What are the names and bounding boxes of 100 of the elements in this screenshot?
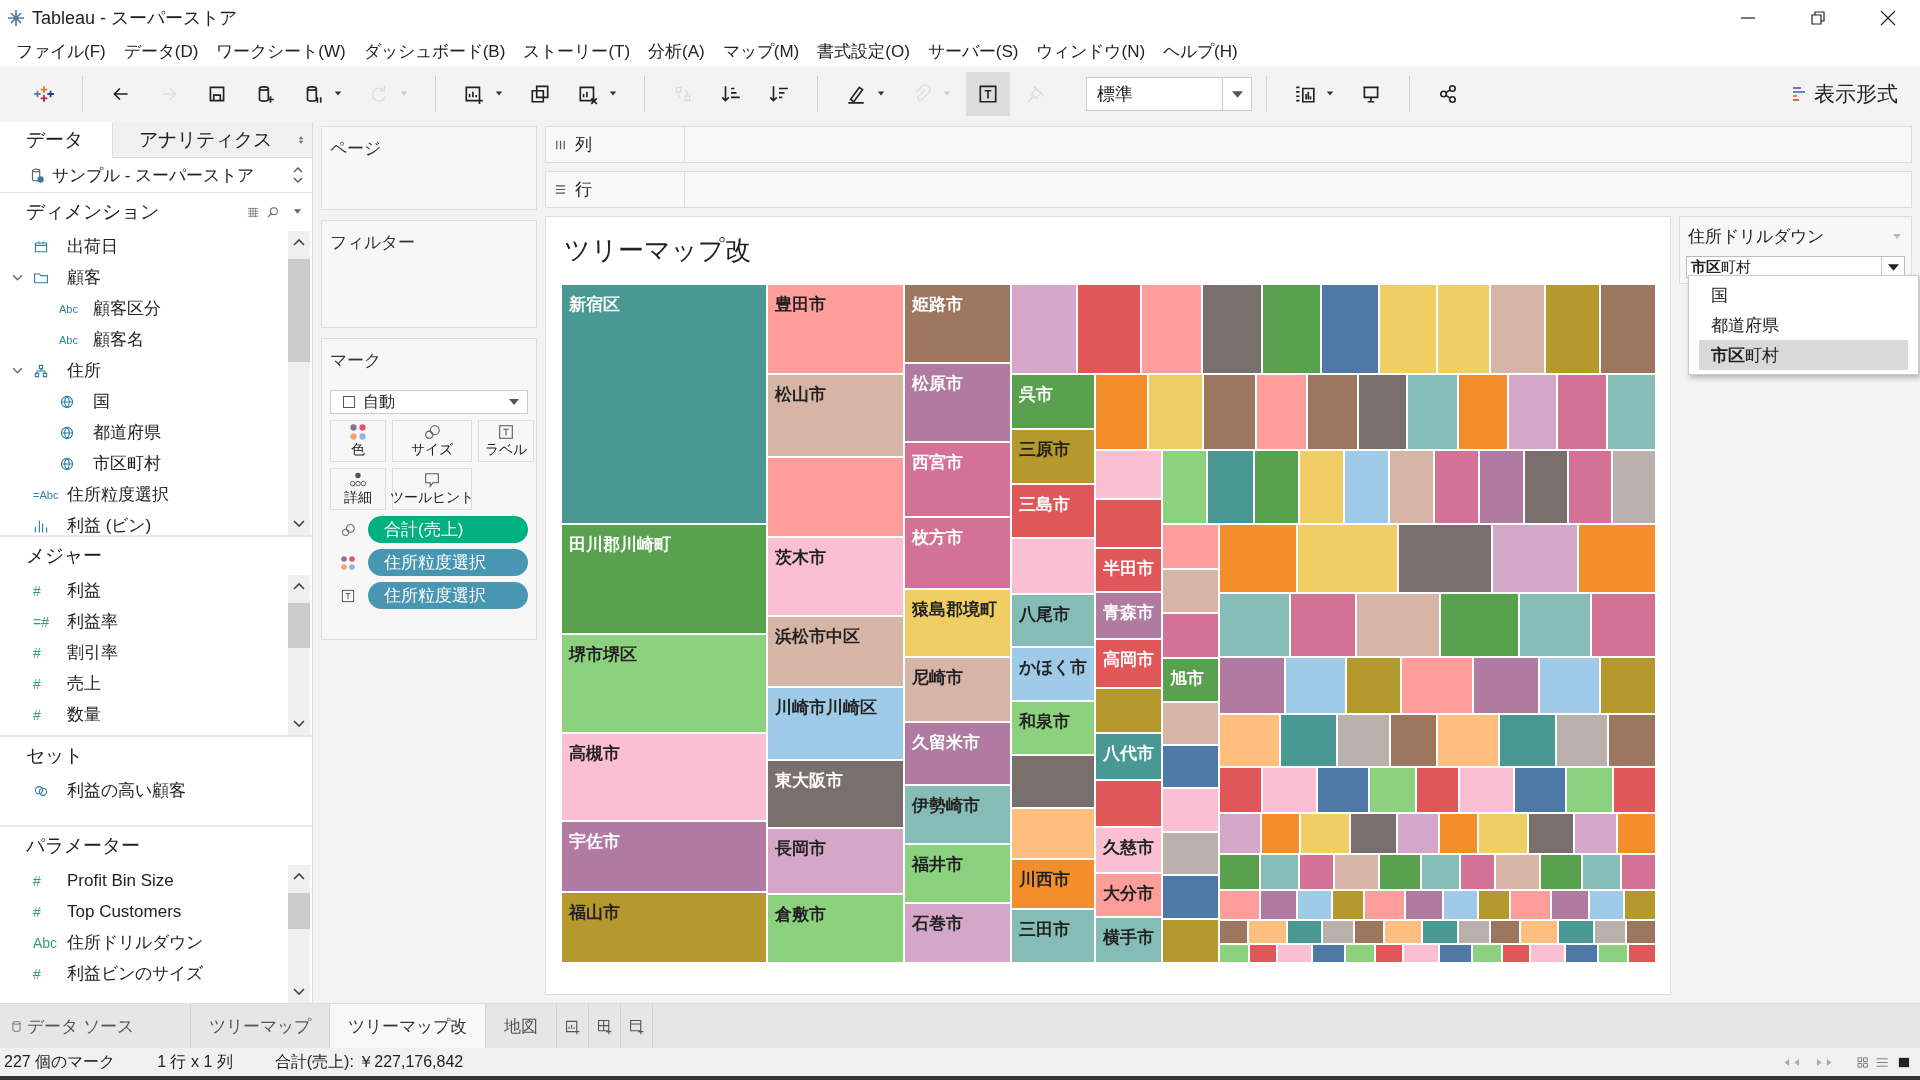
- app-logo-icon: [6, 8, 26, 28]
- treemap-tile: 姫路市: [905, 285, 1011, 362]
- bars-icon: [1792, 87, 1806, 101]
- field-name[interactable]: 数量: [67, 703, 101, 726]
- marks-button[interactable]: 色: [330, 420, 386, 462]
- menu-item[interactable]: ウィンドウ(N): [1028, 37, 1154, 65]
- field-name[interactable]: 出荷日: [67, 235, 118, 258]
- field-type-icon: #: [33, 903, 67, 920]
- field-name[interactable]: 売上: [67, 672, 101, 695]
- view-title: ツリーマップ改: [563, 234, 752, 267]
- caret-icon: [400, 91, 408, 97]
- field-name[interactable]: 顧客: [67, 266, 101, 289]
- toolbar-button[interactable]: [966, 72, 1010, 116]
- field-name[interactable]: Top Customers: [67, 901, 182, 922]
- chevron-icon[interactable]: [12, 365, 23, 376]
- show-me-button[interactable]: 表示形式: [1784, 76, 1906, 112]
- marks-button[interactable]: ツールヒント: [392, 468, 472, 510]
- field-type-icon: =#: [33, 613, 67, 630]
- scrollbar[interactable]: [288, 575, 310, 735]
- field-type-icon: #: [33, 582, 67, 599]
- field-name[interactable]: 顧客区分: [93, 297, 161, 320]
- marks-button[interactable]: 詳細: [330, 468, 386, 510]
- section-heading: ディメンション: [26, 200, 160, 224]
- treemap-tile: 高岡市: [1096, 639, 1161, 687]
- field-name[interactable]: 住所ドリルダウン: [67, 931, 203, 954]
- field-name[interactable]: 市区町村: [93, 452, 161, 475]
- list-view-icon[interactable]: [247, 206, 259, 218]
- field-name[interactable]: 利益率: [67, 610, 118, 633]
- menu-item[interactable]: マップ(M): [714, 37, 808, 65]
- field-name[interactable]: 利益の高い顧客: [67, 779, 186, 802]
- field-name[interactable]: 利益: [67, 579, 101, 602]
- field-name[interactable]: 都道府県: [93, 421, 161, 444]
- geo-icon: [59, 424, 75, 441]
- search-icon[interactable]: [267, 206, 279, 218]
- treemap-tile: 新宿区: [562, 285, 767, 523]
- sort-arrows-icon[interactable]: [298, 135, 304, 145]
- datasource-name[interactable]: サンプル - スーパーストア: [52, 163, 292, 187]
- restore-icon[interactable]: [1808, 8, 1828, 28]
- menu-item[interactable]: ダッシュボード(B): [355, 37, 514, 65]
- sheet-tab[interactable]: ツリーマップ改: [330, 1004, 486, 1048]
- treemap-tile: 川崎市川崎区: [768, 687, 904, 759]
- scrollbar[interactable]: [288, 231, 310, 535]
- treemap-tile: 西宮市: [905, 443, 1011, 516]
- field-name[interactable]: 住所粒度選択: [67, 483, 169, 506]
- menu-item[interactable]: ファイル(F): [8, 37, 114, 65]
- chevron-down-icon[interactable]: [292, 519, 306, 529]
- field-name[interactable]: 利益 (ビン): [67, 514, 152, 535]
- dropdown-option[interactable]: 国: [1699, 280, 1908, 310]
- close-icon[interactable]: [1878, 8, 1898, 28]
- caret-icon: [609, 91, 617, 97]
- chevron-up-icon[interactable]: [292, 871, 306, 881]
- treemap-tile: 青森市: [1096, 592, 1161, 638]
- menu-item[interactable]: 分析(A): [640, 37, 713, 65]
- menu-item[interactable]: ワークシート(W): [208, 37, 354, 65]
- marks-button[interactable]: サイズ: [392, 420, 472, 462]
- field-name[interactable]: 住所: [67, 359, 101, 382]
- date-icon: [33, 238, 49, 255]
- mark-type-dropdown[interactable]: 自動: [330, 390, 528, 414]
- field-type-icon: #: [33, 644, 67, 661]
- menu-item[interactable]: サーバー(S): [919, 37, 1027, 65]
- treemap-tile: 大分市: [1096, 874, 1161, 917]
- field-type-icon: #: [33, 706, 67, 723]
- menu-item[interactable]: データ(D): [115, 37, 207, 65]
- columns-icon: [554, 138, 567, 151]
- field-name[interactable]: 国: [93, 390, 110, 413]
- parameter-dropdown[interactable]: 市区町村: [1686, 256, 1905, 278]
- menu-item[interactable]: ヘルプ(H): [1155, 37, 1246, 65]
- menu-item[interactable]: 書式設定(O): [809, 37, 918, 65]
- text-box-icon: [340, 587, 356, 604]
- pane-tab[interactable]: データ: [0, 122, 112, 158]
- scrollbar[interactable]: [288, 865, 310, 1003]
- fit-dropdown[interactable]: 標準: [1086, 77, 1252, 111]
- treemap-tile: 高槻市: [562, 734, 767, 821]
- treemap-tile: 三原市: [1012, 429, 1095, 483]
- text-box-icon: [497, 423, 515, 441]
- chevron-up-icon[interactable]: [292, 237, 306, 247]
- treemap-tile: 茨木市: [768, 538, 904, 615]
- pane-tab[interactable]: アナリティクス: [112, 122, 312, 158]
- chevron-down-icon[interactable]: [292, 987, 306, 997]
- treemap-tile: 枚方市: [905, 517, 1011, 588]
- field-name[interactable]: 顧客名: [93, 328, 144, 351]
- circles-icon: [423, 423, 441, 441]
- chevron-down-icon[interactable]: [292, 719, 306, 729]
- shelf-label: 列: [575, 134, 592, 156]
- field-name[interactable]: Profit Bin Size: [67, 870, 174, 891]
- chevron-icon[interactable]: [12, 272, 23, 283]
- field-type-icon: =Abc: [33, 488, 67, 501]
- view-toggle-icon[interactable]: [1856, 1055, 1912, 1069]
- caret-icon: [1231, 90, 1243, 98]
- chevron-up-icon[interactable]: [292, 581, 306, 591]
- scroll-arrows-icon[interactable]: [292, 165, 304, 185]
- dropdown-option[interactable]: 市区町村: [1699, 340, 1908, 370]
- field-name[interactable]: 利益ビンのサイズ: [67, 962, 203, 985]
- marks-button[interactable]: ラベル: [478, 420, 534, 462]
- caret-icon[interactable]: [293, 209, 302, 215]
- field-type-icon: #: [33, 872, 67, 889]
- treemap-tile: 久留米市: [905, 723, 1011, 784]
- dropdown-option[interactable]: 都道府県: [1699, 310, 1908, 340]
- field-name[interactable]: 割引率: [67, 641, 118, 664]
- menu-item[interactable]: ストーリー(T): [515, 37, 639, 65]
